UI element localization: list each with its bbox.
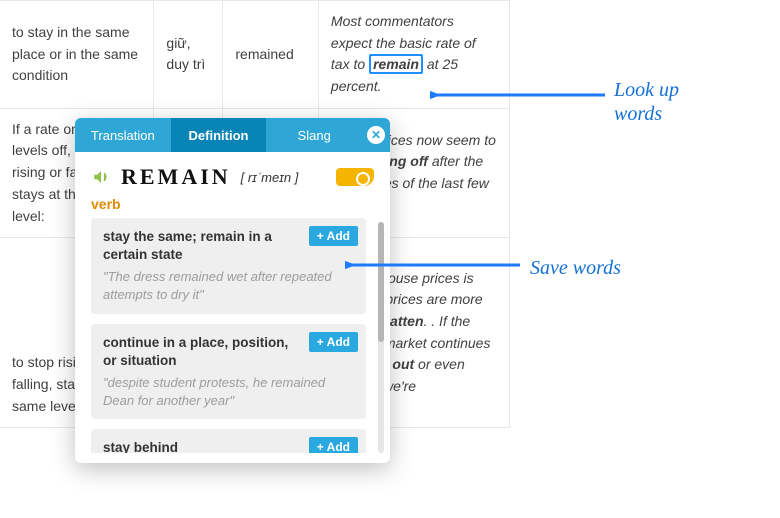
part-of-speech: verb xyxy=(75,196,390,218)
annotation-save: Save words xyxy=(530,256,621,280)
sense-item: + Add stay the same; remain in a certain… xyxy=(91,218,366,314)
speaker-icon[interactable] xyxy=(91,168,111,186)
cell-def: to stay in the same place or in the same… xyxy=(0,1,154,109)
table-row: to stay in the same place or in the same… xyxy=(0,1,510,109)
scrollbar-thumb[interactable] xyxy=(378,222,384,342)
sense-item: + Add stay behind xyxy=(91,429,366,453)
scrollbar[interactable] xyxy=(378,222,384,453)
close-button[interactable]: ✕ xyxy=(362,118,390,152)
add-button[interactable]: + Add xyxy=(309,332,358,352)
key-icon xyxy=(336,168,374,186)
sense-example: "despite student protests, he remained D… xyxy=(103,374,354,409)
sense-example: "The dress remained wet after repeated a… xyxy=(103,268,354,303)
close-icon: ✕ xyxy=(367,126,385,144)
dictionary-popup: Translation Definition Slang ✕ REMAIN [ … xyxy=(75,118,390,463)
highlighted-word[interactable]: remain xyxy=(369,54,423,74)
headword: REMAIN xyxy=(121,164,231,190)
annotation-lookup: Look up words xyxy=(614,78,679,126)
tab-translation[interactable]: Translation xyxy=(75,118,171,152)
tab-slang[interactable]: Slang xyxy=(266,118,362,152)
sense-item: + Add continue in a place, position, or … xyxy=(91,324,366,420)
cell-example: Most commentators expect the basic rate … xyxy=(318,1,509,109)
ipa: [ rɪˈmeɪn ] xyxy=(241,170,299,185)
popup-tabs: Translation Definition Slang ✕ xyxy=(75,118,390,152)
add-button[interactable]: + Add xyxy=(309,226,358,246)
cell-vn: giữ, duy trì xyxy=(154,1,223,109)
headword-row: REMAIN [ rɪˈmeɪn ] xyxy=(75,152,390,196)
cell-word: remained xyxy=(223,1,319,109)
definitions-list[interactable]: + Add stay the same; remain in a certain… xyxy=(91,218,374,453)
tab-definition[interactable]: Definition xyxy=(171,118,267,152)
add-button[interactable]: + Add xyxy=(309,437,358,453)
